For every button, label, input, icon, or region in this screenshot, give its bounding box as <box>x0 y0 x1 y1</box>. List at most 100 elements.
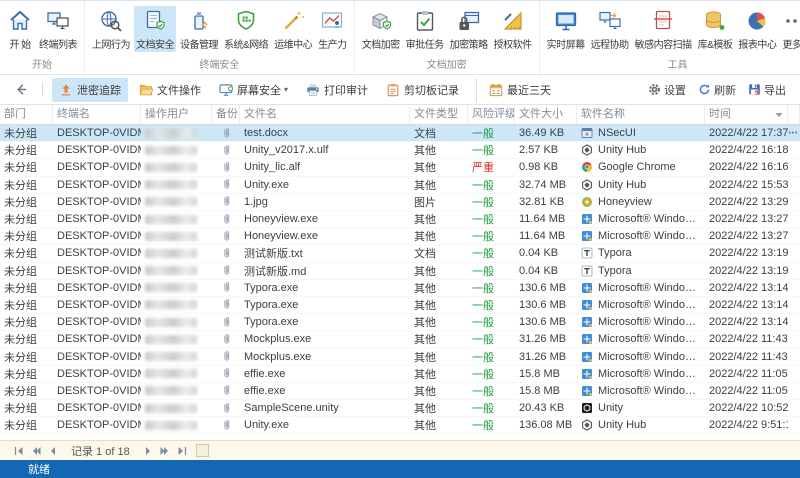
paperclip-icon[interactable] <box>221 230 232 243</box>
row-more-button[interactable]: ⋯ <box>788 419 800 431</box>
row-more-button[interactable]: ⋯ <box>788 196 800 208</box>
row-more-button[interactable]: ⋯ <box>788 247 800 259</box>
paperclip-icon[interactable] <box>221 333 232 346</box>
ribbon-item[interactable]: 敏感内容扫描 <box>633 6 694 52</box>
col-header-department[interactable]: 部门 <box>0 105 53 124</box>
row-more-button[interactable]: ⋯ <box>788 402 800 414</box>
pager-last-button[interactable] <box>175 444 189 458</box>
cell-filename[interactable]: Unity_lic.alf <box>240 161 410 173</box>
cell-backup[interactable] <box>212 127 240 140</box>
paperclip-icon[interactable] <box>221 419 232 432</box>
paperclip-icon[interactable] <box>221 195 232 208</box>
row-more-button[interactable]: ⋯ <box>788 333 800 345</box>
paperclip-icon[interactable] <box>221 298 232 311</box>
paperclip-icon[interactable] <box>221 350 232 363</box>
cell-backup[interactable] <box>212 195 240 208</box>
toolbar-right-button[interactable]: 刷新 <box>698 82 736 98</box>
table-row[interactable]: 未分组 DESKTOP-0VIDMDJ 测试新版.md 其他 一般 0.04 K… <box>0 263 800 280</box>
cell-filename[interactable]: Typora.exe <box>240 282 410 294</box>
cell-filename[interactable]: 1.jpg <box>240 196 410 208</box>
col-header-risk[interactable]: 风险评级 <box>468 105 515 124</box>
pager-extra-button[interactable] <box>195 444 209 457</box>
col-header-time[interactable]: 时间 <box>705 105 788 124</box>
row-more-button[interactable]: ⋯ <box>788 265 800 277</box>
pager-next-button[interactable] <box>141 444 155 458</box>
cell-filename[interactable]: SampleScene.unity <box>240 402 410 414</box>
ribbon-item[interactable]: 运维中心 <box>272 6 314 52</box>
cell-filename[interactable]: Mockplus.exe <box>240 351 410 363</box>
table-row[interactable]: 未分组 DESKTOP-0VIDMDJ Unity.exe 其他 一般 32.7… <box>0 177 800 194</box>
cell-backup[interactable] <box>212 161 240 174</box>
ribbon-item[interactable]: 远程协助 <box>589 6 631 52</box>
ribbon-item[interactable]: 系统&网络 <box>222 6 270 52</box>
cell-backup[interactable] <box>212 384 240 397</box>
ribbon-item[interactable]: 加密策略 <box>448 6 490 52</box>
toolbar-button[interactable]: 文件操作 ▾ <box>132 78 208 102</box>
ribbon-item[interactable]: 更多... <box>780 6 800 52</box>
col-header-size[interactable]: 文件大小 <box>515 105 577 124</box>
row-more-button[interactable]: ⋯ <box>788 230 800 242</box>
row-more-button[interactable]: ⋯ <box>788 144 800 156</box>
ribbon-item[interactable]: 实时屏幕 <box>545 6 587 52</box>
cell-backup[interactable] <box>212 230 240 243</box>
cell-filename[interactable]: effie.exe <box>240 368 410 380</box>
toolbar-button[interactable]: 屏幕安全 ▾ <box>212 78 295 102</box>
cell-backup[interactable] <box>212 402 240 415</box>
paperclip-icon[interactable] <box>221 178 232 191</box>
table-row[interactable]: 未分组 DESKTOP-0VIDMDJ Honeyview.exe 其他 一般 … <box>0 228 800 246</box>
row-more-button[interactable]: ⋯ <box>788 282 800 294</box>
col-header-operator[interactable]: 操作用户 <box>141 105 212 124</box>
cell-filename[interactable]: Typora.exe <box>240 299 410 311</box>
back-button[interactable] <box>8 80 35 99</box>
pager-prev-page-button[interactable] <box>29 444 43 458</box>
pager-next-page-button[interactable] <box>158 444 172 458</box>
cell-filename[interactable]: Honeyview.exe <box>240 213 410 225</box>
toolbar-right-button[interactable]: 设置 <box>648 82 686 98</box>
cell-backup[interactable] <box>212 281 240 294</box>
table-row[interactable]: 未分组 DESKTOP-0VIDMDJ Unity_v2017.x.ulf 其他… <box>0 142 800 160</box>
cell-filename[interactable]: Unity_v2017.x.ulf <box>240 144 410 156</box>
pager-prev-button[interactable] <box>46 444 60 458</box>
toolbar-right-button[interactable]: 导出 <box>748 82 786 98</box>
paperclip-icon[interactable] <box>221 127 232 140</box>
ribbon-item[interactable]: 库&模板 <box>696 6 735 52</box>
cell-filename[interactable]: effie.exe <box>240 385 410 397</box>
table-row[interactable]: 未分组 DESKTOP-0VIDMDJ SampleScene.unity 其他… <box>0 400 800 418</box>
cell-backup[interactable] <box>212 247 240 260</box>
row-more-button[interactable]: ⋯ <box>788 316 800 328</box>
cell-filename[interactable]: 测试新版.md <box>240 263 410 279</box>
cell-filename[interactable]: test.docx <box>240 127 410 139</box>
ribbon-item[interactable]: 开 始 <box>5 6 35 52</box>
time-filter-icon[interactable] <box>775 111 783 119</box>
toolbar-button[interactable]: 剪切板记录 ▾ <box>379 78 466 102</box>
row-more-button[interactable]: ⋯ <box>788 351 800 363</box>
row-more-button[interactable]: ⋯ <box>788 368 800 380</box>
pager-first-button[interactable] <box>12 444 26 458</box>
row-more-button[interactable]: ⋯ <box>788 127 800 139</box>
ribbon-item[interactable]: 授权软件 <box>492 6 534 52</box>
table-row[interactable]: 未分组 DESKTOP-0VIDMDJ Typora.exe 其他 一般 130… <box>0 280 800 297</box>
row-more-button[interactable]: ⋯ <box>788 385 800 397</box>
ribbon-item[interactable]: 文档安全 <box>134 6 176 52</box>
col-header-filename[interactable]: 文件名 <box>240 105 410 124</box>
table-row[interactable]: 未分组 DESKTOP-0VIDMDJ effie.exe 其他 一般 15.8… <box>0 383 800 400</box>
cell-backup[interactable] <box>212 298 240 311</box>
row-more-button[interactable]: ⋯ <box>788 213 800 225</box>
col-header-software[interactable]: 软件名称 <box>577 105 705 124</box>
paperclip-icon[interactable] <box>221 264 232 277</box>
cell-backup[interactable] <box>212 333 240 346</box>
paperclip-icon[interactable] <box>221 367 232 380</box>
cell-filename[interactable]: Unity.exe <box>240 179 410 191</box>
row-more-button[interactable]: ⋯ <box>788 299 800 311</box>
ribbon-item[interactable]: 生产力 <box>316 6 349 52</box>
table-row[interactable]: 未分组 DESKTOP-0VIDMDJ Mockplus.exe 其他 一般 3… <box>0 348 800 366</box>
paperclip-icon[interactable] <box>221 402 232 415</box>
paperclip-icon[interactable] <box>221 213 232 226</box>
col-header-filetype[interactable]: 文件类型 <box>410 105 468 124</box>
table-row[interactable]: 未分组 DESKTOP-0VIDMDJ test.docx 文档 一般 36.4… <box>0 125 800 143</box>
table-row[interactable]: 未分组 DESKTOP-0VIDMDJ Honeyview.exe 其他 一般 … <box>0 211 800 229</box>
table-row[interactable]: 未分组 DESKTOP-0VIDMDJ effie.exe 其他 一般 15.8… <box>0 366 800 383</box>
ribbon-item[interactable]: 审批任务 <box>404 6 446 52</box>
paperclip-icon[interactable] <box>221 144 232 157</box>
toolbar-button[interactable]: 最近三天 ▾ <box>476 77 558 102</box>
